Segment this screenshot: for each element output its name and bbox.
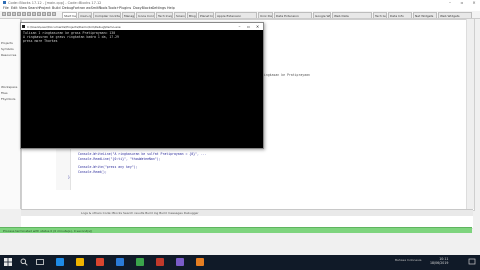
logs-tabs-label[interactable]: Logs & others Code::Blocks Search result… xyxy=(81,211,199,215)
browser-tab[interactable]: Tech Guide xyxy=(373,12,387,18)
find-icon[interactable] xyxy=(37,12,41,16)
taskbar-app-icon[interactable] xyxy=(96,258,104,266)
paste-icon[interactable] xyxy=(32,12,36,16)
browser-tab[interactable]: Web Data xyxy=(332,12,372,18)
browser-tab[interactable]: Unix Data xyxy=(258,12,273,18)
tab-main-cpp[interactable]: main.cpp xyxy=(78,12,92,18)
taskbar-app-icon[interactable] xyxy=(176,258,184,266)
console-title-bar[interactable]: C:\Users\user\Documents\Projects\Demo\bi… xyxy=(21,23,263,30)
browser-tab[interactable]: Planet Insight xyxy=(198,12,214,18)
console-window-title: C:\Users\user\Documents\Projects\Demo\bi… xyxy=(27,24,121,29)
notifications-icon[interactable] xyxy=(468,257,476,267)
browser-tab[interactable]: Blog xyxy=(187,12,197,18)
taskbar-app-icon[interactable] xyxy=(156,258,164,266)
app-icon xyxy=(3,1,6,4)
save-icon[interactable] xyxy=(12,12,16,16)
taskbar-app-icon[interactable] xyxy=(76,258,84,266)
code-line: Console.Write("press any key"); xyxy=(78,165,138,169)
console-close-icon[interactable]: ✕ xyxy=(253,23,262,30)
browser-tab[interactable]: Science xyxy=(174,12,186,18)
taskbar-app-icon[interactable] xyxy=(116,258,124,266)
search-icon[interactable] xyxy=(20,258,28,266)
new-file-icon[interactable] xyxy=(2,12,6,16)
tab-start-here[interactable]: Start here xyxy=(62,12,77,18)
code-line: } xyxy=(68,175,70,179)
lower-panel xyxy=(0,233,480,255)
code-line: Console.WriteLine("A ringkasuran ke sulf… xyxy=(78,152,207,156)
console-output[interactable]: Tulisan 1 ringkasuran ke grass Pratipray… xyxy=(21,30,263,148)
browser-tab[interactable]: Web Widgets xyxy=(438,12,472,18)
panel-tab-workspace[interactable]: Workspace xyxy=(1,85,17,89)
browser-tab[interactable]: Google Widgets xyxy=(313,12,331,18)
start-icon[interactable] xyxy=(4,258,12,266)
debug-icon[interactable] xyxy=(52,12,56,16)
taskview-icon[interactable] xyxy=(36,258,44,266)
browser-tab[interactable]: Net Widgets xyxy=(413,12,437,18)
panel-tab-resources[interactable]: Resources xyxy=(1,53,16,57)
taskbar-app-icon[interactable] xyxy=(196,258,204,266)
taskbar-app-icon[interactable] xyxy=(136,258,144,266)
open-file-icon[interactable] xyxy=(7,12,11,16)
console-line: press more Thorkes xyxy=(23,39,58,43)
taskbar-app-icon[interactable] xyxy=(56,258,64,266)
toolbar-tab-row: Start here main.cpp Compiler Cocktail Ma… xyxy=(0,11,480,19)
code-line: Console.Read(); xyxy=(78,170,107,174)
panel-tab-symbols[interactable]: Symbols xyxy=(1,47,14,51)
browser-tab[interactable]: Data Extension xyxy=(274,12,312,18)
input-language[interactable]: Bahasa Indonesia xyxy=(395,258,422,262)
browser-tab[interactable]: Data Info xyxy=(388,12,412,18)
code-annotation: ringkasan ke Pratiprayaan xyxy=(262,73,310,77)
editor-scrollbar[interactable] xyxy=(466,19,474,209)
console-maximize-icon[interactable]: ▫ xyxy=(244,23,253,30)
browser-tab[interactable]: Compiler Cocktail xyxy=(93,12,121,18)
code-line: Console.ReadLine("{0:ti}", "thouWateeNan… xyxy=(78,157,161,161)
console-app-icon xyxy=(22,24,25,28)
clock[interactable]: 10:11 18/06/2019 xyxy=(430,257,448,265)
browser-tab[interactable]: Tech Insight xyxy=(156,12,173,18)
clock-date: 18/06/2019 xyxy=(430,261,449,265)
copy-icon[interactable] xyxy=(27,12,31,16)
save-all-icon[interactable] xyxy=(17,12,21,16)
panel-tab-files[interactable]: Files xyxy=(1,91,8,95)
browser-tab[interactable]: Manage xyxy=(122,12,135,18)
console-minimize-icon[interactable]: – xyxy=(235,23,244,30)
ide-window-title: Code::Blocks 17.12 - [main.cpp] - Code::… xyxy=(8,1,102,5)
taskbar: Bahasa Indonesia 10:11 18/06/2019 xyxy=(0,255,480,270)
status-text: Process terminated with status 0 (0 minu… xyxy=(3,228,93,233)
build-icon[interactable] xyxy=(42,12,46,16)
cut-icon[interactable] xyxy=(22,12,26,16)
panel-tab-fsymbols[interactable]: FSymbols xyxy=(1,97,15,101)
logs-tab-bar: Logs & others Code::Blocks Search result… xyxy=(21,209,473,216)
management-panel: Projects Symbols Resources Workspace Fil… xyxy=(0,19,21,209)
run-icon[interactable] xyxy=(47,12,51,16)
browser-tab[interactable]: Apple Extension xyxy=(215,12,257,18)
browser-tab[interactable]: Ionos Connect xyxy=(136,12,155,18)
console-window[interactable]: C:\Users\user\Documents\Projects\Demo\bi… xyxy=(20,22,264,149)
panel-tab-projects[interactable]: Projects xyxy=(1,41,13,45)
